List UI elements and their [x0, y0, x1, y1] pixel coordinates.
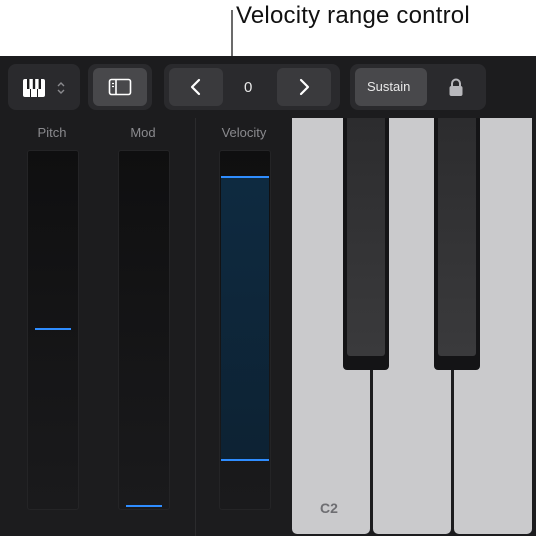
octave-down-button[interactable]: [169, 68, 223, 106]
pitch-label: Pitch: [37, 125, 67, 140]
velocity-low-handle[interactable]: [221, 459, 269, 461]
mod-label: Mod: [130, 125, 156, 140]
octave-value: 0: [244, 79, 253, 96]
sustain-group: Sustain: [350, 64, 486, 110]
c2-key-label: C2: [320, 500, 338, 516]
sustain-button[interactable]: Sustain: [355, 68, 427, 106]
piano-keyboard: C2: [292, 118, 536, 536]
panel-group: [88, 64, 152, 110]
keyboard-layout-button[interactable]: [12, 68, 76, 106]
controls-divider: [195, 118, 196, 536]
black-key-csharp2[interactable]: [343, 118, 389, 370]
sidebar-panel-icon: [108, 78, 132, 96]
pitch-indicator: [35, 328, 71, 330]
sustain-label: Sustain: [367, 79, 411, 94]
callout-label: Velocity range control: [236, 2, 470, 29]
black-key-dsharp2[interactable]: [434, 118, 480, 370]
octave-group: 0: [164, 64, 340, 110]
chevron-right-icon: [299, 78, 310, 96]
mod-slider[interactable]: [118, 150, 170, 510]
velocity-label: Velocity: [221, 125, 267, 140]
lock-icon: [449, 78, 463, 96]
up-down-chevron-icon: [57, 82, 65, 94]
sidebar-panel-button[interactable]: [93, 68, 147, 106]
octave-up-button[interactable]: [277, 68, 331, 106]
pitch-slider[interactable]: [27, 150, 79, 510]
velocity-range-fill: [221, 176, 269, 461]
velocity-range-slider[interactable]: [219, 150, 271, 510]
keyboard-layout-group: [8, 64, 80, 110]
piano-keys-icon: [23, 79, 45, 97]
velocity-high-handle[interactable]: [221, 176, 269, 178]
toolbar: 0 Sustain: [0, 56, 536, 118]
chevron-left-icon: [190, 78, 201, 96]
lock-button[interactable]: [434, 68, 478, 106]
mod-indicator: [126, 505, 162, 507]
app-window: 0 Sustain Pitch Mod Velocity C2: [0, 56, 536, 536]
